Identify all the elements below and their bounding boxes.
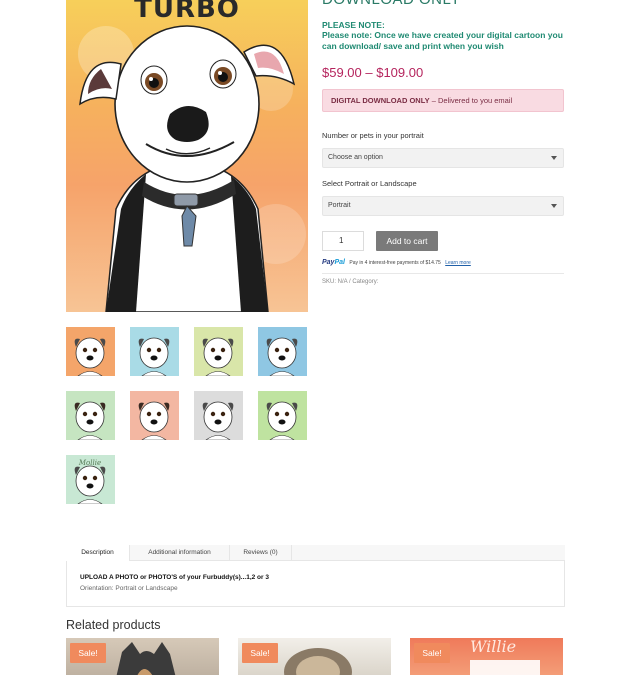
portrait-name-text: TURBO [134, 0, 240, 24]
notice-text: – Delivered to you email [429, 96, 513, 105]
tab-additional-information[interactable]: Additional information [130, 545, 230, 561]
sale-badge: Sale! [242, 643, 278, 663]
sku-meta: SKU: N/A / Category: [322, 279, 379, 285]
orientation-label: Select Portrait or Landscape [322, 179, 417, 188]
pets-label: Number or pets in your portrait [322, 131, 424, 140]
thumb-spaniel-green[interactable] [66, 391, 115, 440]
tab-description[interactable]: Description [66, 545, 130, 561]
sale-badge: Sale! [414, 643, 450, 663]
thumb-dog-lime[interactable] [258, 391, 307, 440]
add-to-cart-button[interactable]: Add to cart [376, 231, 438, 251]
paypal-message: PayPal Pay in 4 interest-free payments o… [322, 259, 471, 266]
paypal-logo-icon: PayPal [322, 259, 345, 266]
thumb-two-dogs[interactable]: Mollie [66, 455, 115, 504]
tab-reviews[interactable]: Reviews (0) [230, 545, 292, 561]
paypal-text: Pay in 4 interest-free payments of $14.7… [349, 260, 441, 266]
paypal-learn-more-link[interactable]: Learn more [445, 260, 471, 266]
thumb-dog-green[interactable] [194, 327, 243, 376]
pets-select[interactable]: Choose an option [322, 148, 564, 168]
dog-cartoon-illustration [78, 25, 306, 312]
related-product-3-caption: Willie [470, 638, 516, 656]
price-range: $59.00 – $109.00 [322, 65, 424, 80]
related-product-3[interactable]: Willie Sale! [410, 638, 563, 675]
paypal-logo-pal: Pal [334, 259, 345, 266]
related-products-title: Related products [66, 618, 161, 632]
related-product-2[interactable]: Sale! [238, 638, 391, 675]
quantity-input[interactable]: 1 [322, 231, 364, 251]
thumb-boxer-orange[interactable] [66, 327, 115, 376]
orientation-select-value: Portrait [328, 202, 351, 209]
product-title: DOWNLOAD ONLY [322, 0, 461, 8]
note-title: PLEASE NOTE: [322, 20, 385, 30]
orientation-select[interactable]: Portrait [322, 196, 564, 216]
pets-select-value: Choose an option [328, 154, 383, 161]
thumb-shepherds-pink[interactable] [130, 391, 179, 440]
thumb-boxer-grey[interactable] [194, 391, 243, 440]
thumb-dog-blue-2[interactable] [258, 327, 307, 376]
related-product-1[interactable]: Sale! [66, 638, 219, 675]
chevron-down-icon [551, 156, 557, 160]
summary-divider [322, 273, 564, 274]
sale-badge: Sale! [70, 643, 106, 663]
description-heading: UPLOAD A PHOTO or PHOTO'S of your Furbud… [80, 574, 269, 581]
notice-bold: DIGITAL DOWNLOAD ONLY [331, 96, 430, 105]
chevron-down-icon [551, 204, 557, 208]
main-product-image[interactable]: TURBO [66, 0, 308, 312]
description-orientation: Orientation: Portrait or Landscape [80, 585, 178, 592]
digital-download-notice: DIGITAL DOWNLOAD ONLY – Delivered to you… [322, 89, 564, 112]
paypal-logo-pay: Pay [322, 259, 335, 266]
thumb-caption: Mollie [78, 459, 101, 467]
note-body: Please note: Once we have created your d… [322, 30, 563, 51]
thumb-dog-blue[interactable] [130, 327, 179, 376]
